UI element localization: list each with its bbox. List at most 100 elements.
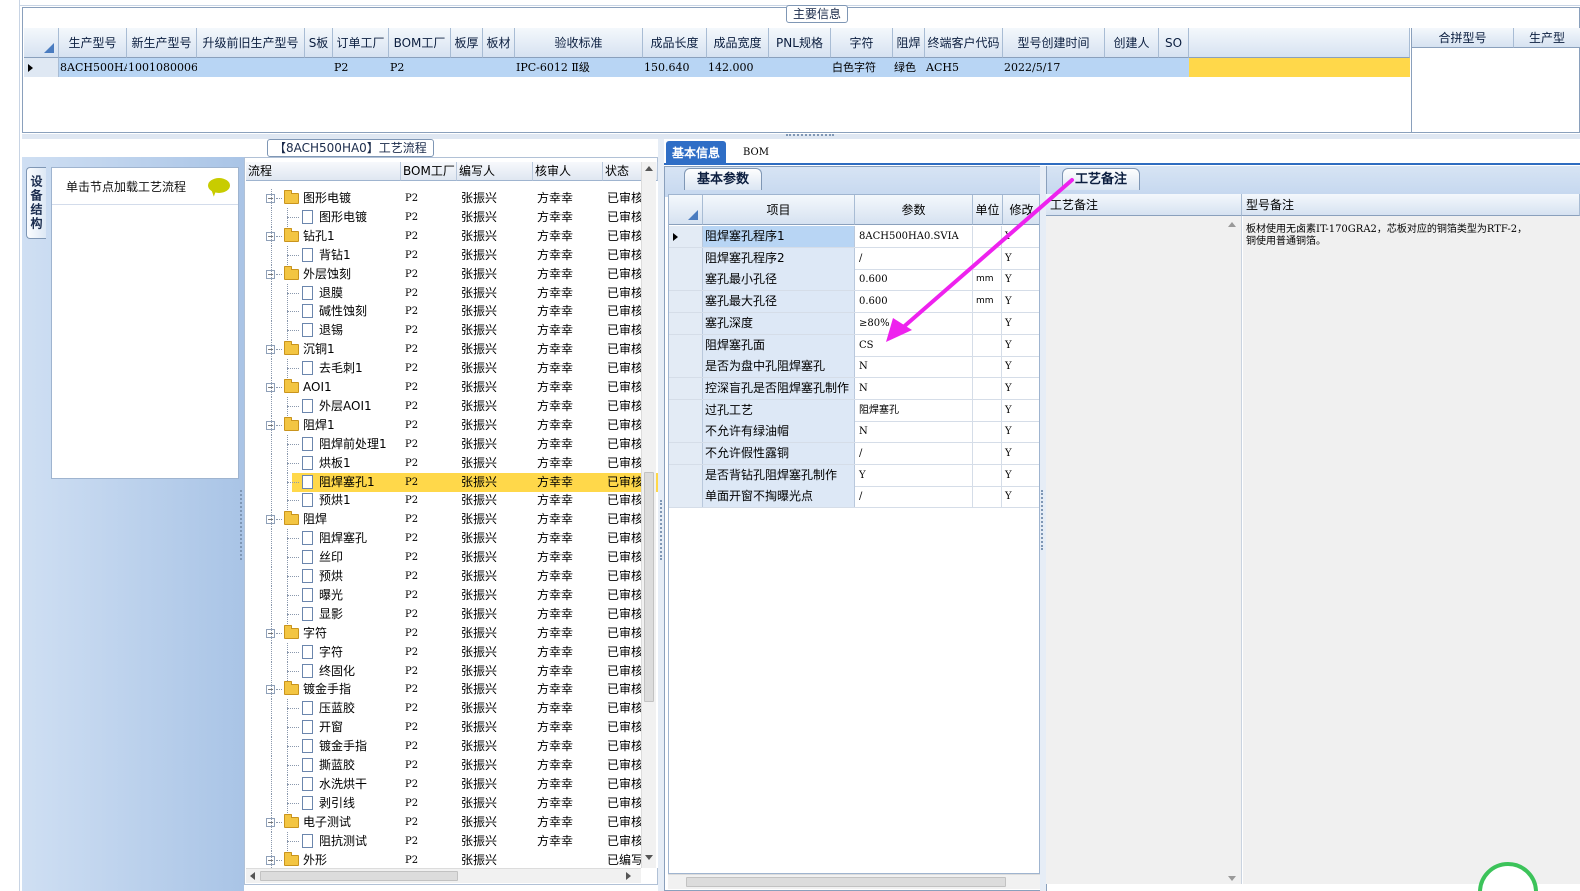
col-header-6[interactable]: 板厚	[451, 28, 483, 58]
equipment-structure-tab[interactable]: 设备结构	[26, 167, 46, 239]
main-info-grid[interactable]: 生产型号 新生产型号 升级前旧生产型号 S板 订单工厂 BOM工厂 板厚 板材 验收标准 成品长度…	[24, 28, 1410, 132]
tab-bom[interactable]: BOM	[737, 141, 775, 165]
param-value[interactable]: 0.600	[857, 291, 973, 313]
param-row[interactable]: 单面开窗不掏曝光点 / Y	[669, 486, 1039, 509]
tree-vertical-scrollbar[interactable]	[641, 162, 656, 868]
tree-row[interactable]: 镀金手指 P2 张振兴 方幸幸 已审核	[246, 737, 658, 757]
param-value[interactable]: 0.600	[857, 269, 973, 291]
col-header-13[interactable]: 阻焊	[893, 28, 925, 58]
tree-row[interactable]: 压蓝胶 P2 张振兴 方幸幸 已审核	[246, 699, 658, 719]
scroll-down-arrow-icon[interactable]	[645, 855, 653, 860]
col-header-8[interactable]: 验收标准	[515, 28, 643, 58]
merged-col-header-0[interactable]: 合拼型号	[1412, 28, 1514, 48]
tab-basic-info[interactable]: 基本信息	[666, 141, 727, 165]
param-row[interactable]: 塞孔深度 ≥80% Y	[669, 312, 1039, 335]
tree-row[interactable]: 退膜 P2 张振兴 方幸幸 已审核	[246, 283, 658, 303]
tree-row[interactable]: 曝光 P2 张振兴 方幸幸 已审核	[246, 585, 658, 605]
params-horizontal-thumb[interactable]	[686, 877, 1006, 887]
tree-row[interactable]: 阻焊塞孔 P2 张振兴 方幸幸 已审核	[246, 529, 658, 549]
merged-model-grid[interactable]: 合拼型号 生产型	[1411, 28, 1580, 132]
col-header-12[interactable]: 字符	[831, 28, 893, 58]
tree-row[interactable]: 字符 P2 张振兴 方幸幸 已审核	[246, 642, 658, 662]
param-value[interactable]: ≥80%	[857, 312, 973, 334]
param-value[interactable]: /	[857, 247, 973, 269]
tab-process-remark[interactable]: 工艺备注	[1062, 168, 1141, 190]
tree-row[interactable]: 退锡 P2 张振兴 方幸幸 已审核	[246, 321, 658, 341]
param-row[interactable]: 阻焊塞孔程序2/ Y	[669, 247, 1039, 270]
col-header-4[interactable]: 订单工厂	[333, 28, 389, 58]
tree-row[interactable]: − 外层蚀刻 P2 张振兴 方幸幸 已审核	[246, 264, 658, 284]
tree-row[interactable]: 预烘1 P2 张振兴 方幸幸 已审核	[246, 491, 658, 511]
col-header-17[interactable]: SO	[1159, 28, 1189, 58]
tree-row[interactable]: 撕蓝胶 P2 张振兴 方幸幸 已审核	[246, 756, 658, 775]
tree-row[interactable]: 预烘 P2 张振兴 方幸幸 已审核	[246, 567, 658, 586]
param-row[interactable]: 塞孔最大孔径 0.600 mm Y	[669, 291, 1039, 314]
param-row[interactable]: 控深盲孔是否阻焊塞孔制作 N Y	[669, 377, 1039, 400]
tree-row[interactable]: − 沉铜1 P2 张振兴 方幸幸 已审核	[246, 340, 658, 360]
tree-row[interactable]: − 镀金手指 P2 张振兴 方幸幸 已审核	[246, 680, 658, 700]
param-col-header-1[interactable]: 参数	[855, 195, 973, 225]
param-row[interactable]: 不允许假性露铜 / Y	[669, 443, 1039, 465]
tree-row[interactable]: 背钻1 P2 张振兴 方幸幸 已审核	[246, 245, 658, 265]
col-header-9[interactable]: 成品长度	[643, 28, 707, 58]
param-row[interactable]: 阻焊塞孔程序1 8ACH500HA0.SVIA Y	[669, 226, 1039, 248]
scroll-right-arrow-icon[interactable]	[626, 872, 631, 880]
tree-row[interactable]: 烘板1 P2 张振兴 方幸幸 已审核	[246, 453, 658, 473]
tree-row[interactable]: − 阻焊1 P2 张振兴 方幸幸 已审核	[246, 415, 658, 435]
tab-basic-params[interactable]: 基本参数	[684, 168, 763, 190]
param-row[interactable]: 阻焊塞孔面 CS Y	[669, 334, 1039, 357]
param-row[interactable]: 是否背钻孔阻焊塞孔制作 Y Y	[669, 464, 1039, 487]
tree-row[interactable]: 阻抗测试 P2 张振兴 方幸幸 已审核	[246, 831, 658, 851]
tree-row[interactable]: 阻焊前处理1 P2 张振兴 方幸幸 已审核	[246, 434, 658, 454]
param-col-header-2[interactable]: 单位	[973, 195, 1003, 225]
tree-row[interactable]: − 阻焊 P2 张振兴 方幸幸 已审核	[246, 510, 658, 530]
col-header-10[interactable]: 成品宽度	[707, 28, 769, 58]
basic-params-grid[interactable]: 项目 参数 单位 修改 阻焊塞孔程序1 8ACH500HA0.SVIA Y 阻焊塞孔程序2/Y…	[668, 194, 1040, 874]
param-value[interactable]: Y	[857, 464, 973, 486]
scroll-left-arrow-icon[interactable]	[250, 872, 255, 880]
param-value[interactable]: 8ACH500HA0.SVIA	[857, 226, 973, 247]
param-value[interactable]: N	[857, 377, 973, 399]
tree-row[interactable]: 水洗烘干 P2 张振兴 方幸幸 已审核	[246, 774, 658, 794]
param-col-header-0[interactable]: 项目	[703, 195, 855, 225]
param-value[interactable]: 阻焊塞孔	[857, 399, 973, 421]
param-value[interactable]: CS	[857, 334, 973, 356]
param-value[interactable]: /	[857, 486, 973, 508]
process-flow-tree[interactable]: 流程 BOM工厂 编写人 核审人 状态 − 图形电镀 P2 张振兴 方幸幸 已审核 图形电镀 P2 张振兴…	[246, 162, 658, 868]
merged-col-header-1[interactable]: 生产型	[1514, 28, 1580, 48]
tree-row[interactable]: 阻焊塞孔1 P2 张振兴 方幸幸 已审核	[246, 472, 658, 492]
param-row[interactable]: 塞孔最小孔径 0.600 mm Y	[669, 269, 1039, 292]
param-value[interactable]: N	[857, 421, 973, 443]
param-row[interactable]: 过孔工艺 阻焊塞孔 Y	[669, 399, 1039, 422]
col-header-3[interactable]: S板	[305, 28, 333, 58]
tree-row[interactable]: − 电子测试 P2 张振兴 方幸幸 已审核	[246, 812, 658, 832]
col-header-2[interactable]: 升级前旧生产型号	[197, 28, 305, 58]
params-horizontal-scrollbar[interactable]	[668, 874, 1040, 889]
tree-row[interactable]: 丝印 P2 张振兴 方幸幸 已审核	[246, 548, 658, 568]
scroll-up-arrow-icon[interactable]	[645, 166, 653, 171]
col-header-5[interactable]: BOM工厂	[389, 28, 451, 58]
process-remark-body[interactable]	[1046, 216, 1242, 884]
tree-horizontal-thumb[interactable]	[260, 871, 458, 881]
param-row[interactable]: 不允许有绿油帽 N Y	[669, 421, 1039, 444]
tree-row[interactable]: 终固化 P2 张振兴 方幸幸 已审核	[246, 661, 658, 681]
tree-row[interactable]: − 字符 P2 张振兴 方幸幸 已审核	[246, 623, 658, 643]
col-header-1[interactable]: 新生产型号	[127, 28, 197, 58]
col-header-0[interactable]: 生产型号	[59, 28, 127, 58]
col-header-11[interactable]: PNL规格	[769, 28, 831, 58]
col-header-15[interactable]: 型号创建时间	[1003, 28, 1105, 58]
tree-row[interactable]: − 外形 P2 张振兴 已编写	[246, 850, 658, 868]
tree-horizontal-scrollbar[interactable]	[246, 868, 641, 883]
tree-row[interactable]: 碱性蚀刻 P2 张振兴 方幸幸 已审核	[246, 302, 658, 322]
tree-row[interactable]: 剥引线 P2 张振兴 方幸幸 已审核	[246, 793, 658, 813]
tree-row[interactable]: 外层AOI1 P2 张振兴 方幸幸 已审核	[246, 396, 658, 416]
tree-row[interactable]: − 图形电镀 P2 张振兴 方幸幸 已审核	[246, 189, 658, 208]
col-header-14[interactable]: 终端客户代码	[925, 28, 1003, 58]
tree-row[interactable]: 去毛刺1 P2 张振兴 方幸幸 已审核	[246, 359, 658, 379]
col-header-16[interactable]: 创建人	[1105, 28, 1159, 58]
tree-row[interactable]: − AOI1 P2 张振兴 方幸幸 已审核	[246, 378, 658, 397]
param-row[interactable]: 是否为盘中孔阻焊塞孔 N Y	[669, 356, 1039, 379]
param-col-header-3[interactable]: 修改	[1003, 195, 1039, 225]
tree-row[interactable]: 图形电镀 P2 张振兴 方幸幸 已审核	[246, 207, 658, 227]
tree-row[interactable]: 开窗 P2 张振兴 方幸幸 已审核	[246, 718, 658, 738]
